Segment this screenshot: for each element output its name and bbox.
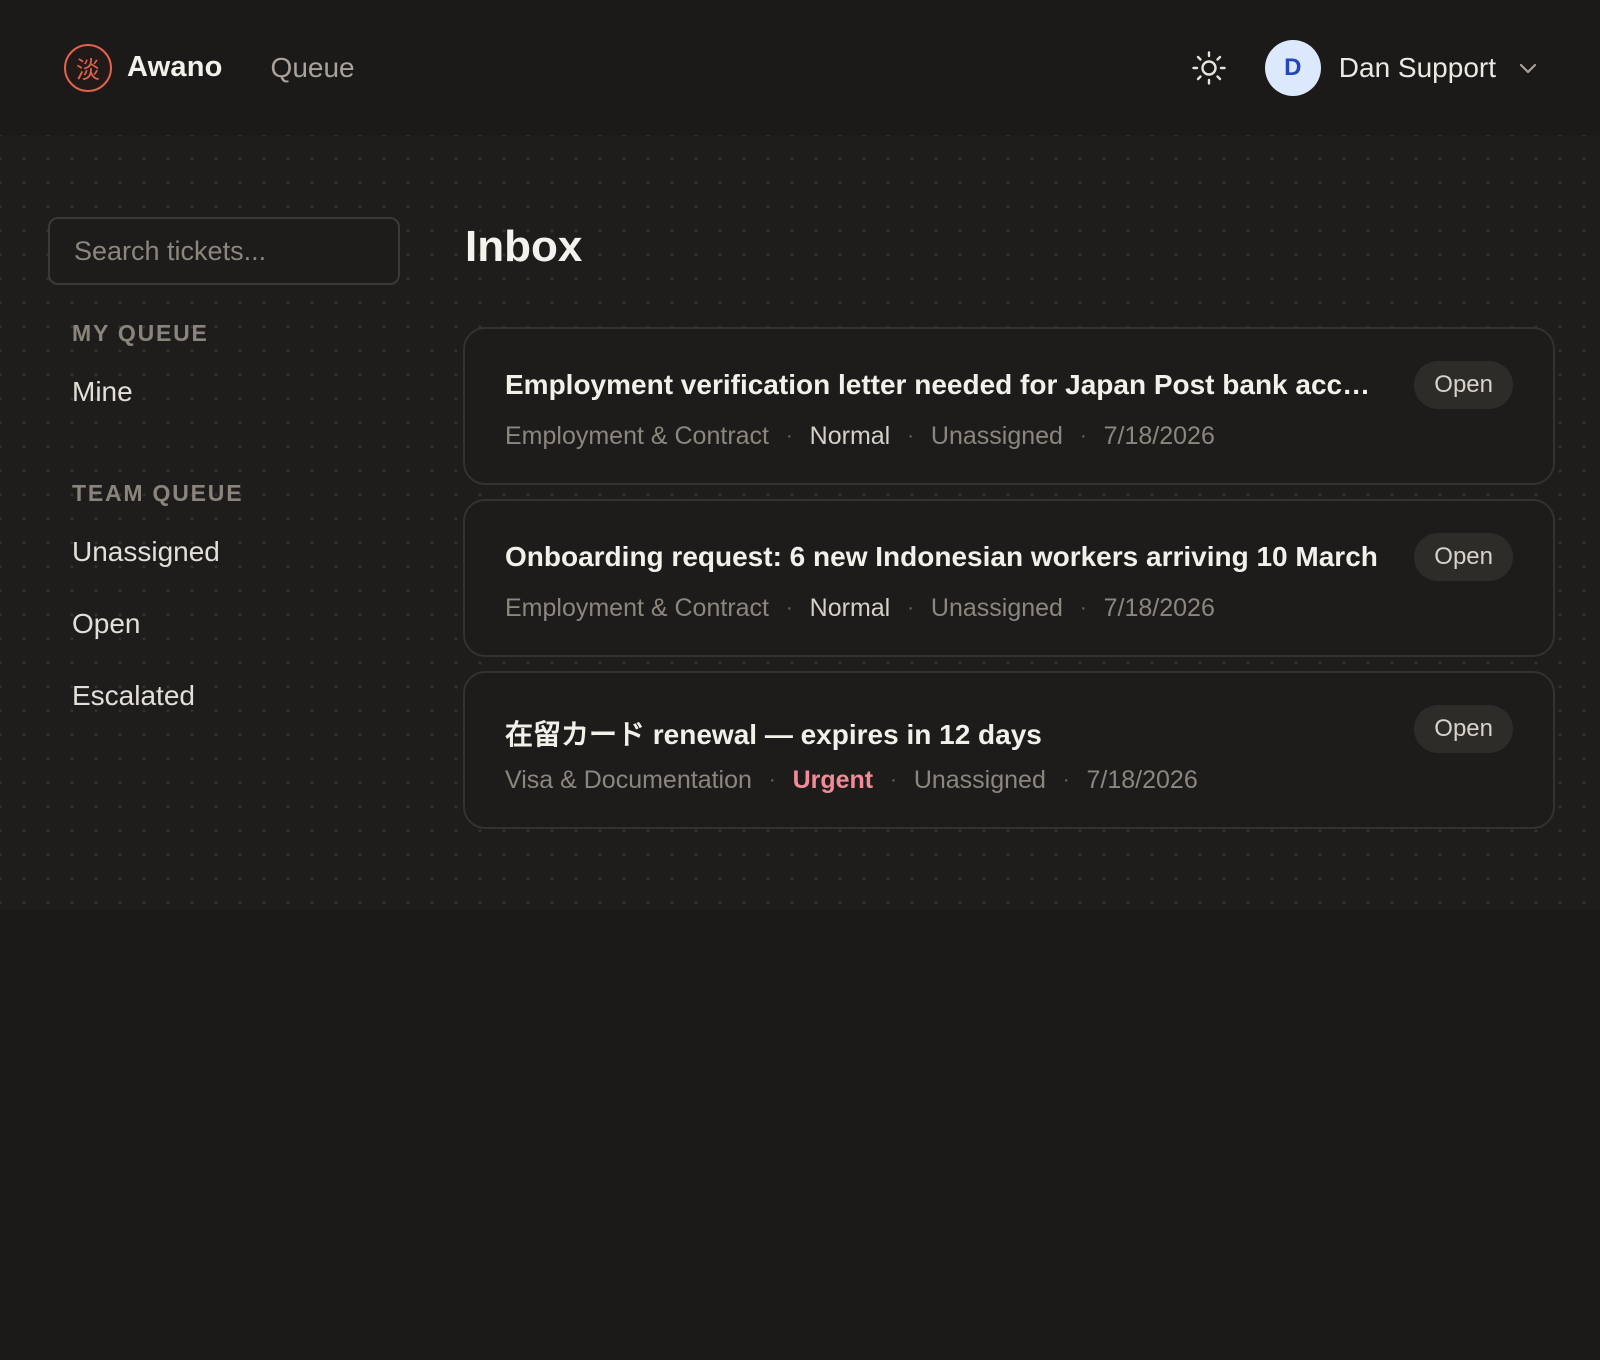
- status-badge: Open: [1414, 533, 1513, 581]
- nav-link-queue[interactable]: Queue: [271, 52, 355, 84]
- team-queue-label: TEAM QUEUE: [72, 480, 244, 506]
- ticket-title: 在留カード renewal — expires in 12 days: [505, 719, 1042, 750]
- brand[interactable]: 淡 Awano Queue: [64, 43, 355, 92]
- ticket-priority: Normal: [809, 422, 891, 450]
- meta-separator: ·: [890, 769, 897, 791]
- meta-separator: ·: [768, 769, 776, 791]
- ticket-date: 7/18/2026: [1103, 594, 1215, 622]
- ticket-priority: Normal: [809, 594, 891, 622]
- sun-icon[interactable]: [1191, 50, 1227, 86]
- ticket-category: Visa & Documentation: [505, 766, 752, 794]
- brand-name: Awano: [127, 51, 223, 83]
- ticket-assignee: Unassigned: [930, 422, 1063, 450]
- ticket-card[interactable]: 在留カード renewal — expires in 12 days Open …: [463, 671, 1555, 829]
- meta-separator: ·: [907, 597, 914, 619]
- ticket-meta: Employment & Contract · Normal · Unassig…: [505, 594, 1215, 623]
- status-badge: Open: [1414, 361, 1513, 409]
- ticket-card[interactable]: Employment verification letter needed fo…: [463, 327, 1555, 485]
- ticket-card[interactable]: Onboarding request: 6 new Indonesian wor…: [463, 499, 1555, 657]
- user-menu[interactable]: D Dan Support: [1264, 39, 1540, 96]
- ticket-title: Employment verification letter needed fo…: [505, 369, 1385, 400]
- meta-separator: ·: [1079, 597, 1087, 619]
- ticket-priority: Urgent: [792, 766, 874, 794]
- ticket-meta: Employment & Contract · Normal · Unassig…: [505, 422, 1215, 451]
- meta-separator: ·: [907, 425, 914, 447]
- content-area: MY QUEUE Mine TEAM QUEUE Unassigned Open…: [0, 135, 1600, 910]
- ticket-assignee: Unassigned: [930, 594, 1063, 622]
- chevron-down-icon: [1516, 56, 1540, 80]
- app-page: 淡 Awano Queue D Dan Support Search ticke…: [0, 0, 1600, 1360]
- user-name: Dan Support: [1338, 51, 1496, 83]
- status-badge: Open: [1414, 705, 1513, 753]
- ticket-date: 7/18/2026: [1103, 422, 1215, 450]
- meta-separator: ·: [786, 597, 793, 619]
- ticket-date: 7/18/2026: [1086, 766, 1198, 794]
- sidebar-item-open[interactable]: Open: [72, 608, 141, 640]
- ticket-meta: Visa & Documentation · Urgent · Unassign…: [505, 766, 1198, 795]
- header-actions: D Dan Support: [1191, 39, 1540, 96]
- logo-icon: 淡: [64, 43, 112, 92]
- my-queue-label: MY QUEUE: [72, 320, 209, 346]
- sidebar-item-escalated[interactable]: Escalated: [72, 680, 195, 712]
- ticket-category: Employment & Contract: [505, 422, 769, 450]
- meta-separator: ·: [1079, 425, 1087, 447]
- meta-separator: ·: [1062, 769, 1070, 791]
- sidebar-item-unassigned[interactable]: Unassigned: [72, 536, 220, 568]
- meta-separator: ·: [786, 425, 793, 447]
- page-title: Inbox: [465, 222, 583, 271]
- top-header: 淡 Awano Queue D Dan Support: [0, 0, 1600, 135]
- ticket-title: Onboarding request: 6 new Indonesian wor…: [505, 541, 1378, 572]
- avatar: D: [1264, 39, 1321, 96]
- ticket-category: Employment & Contract: [505, 594, 769, 622]
- sidebar-item-mine[interactable]: Mine: [72, 376, 133, 408]
- ticket-assignee: Unassigned: [913, 766, 1046, 794]
- search-input[interactable]: [48, 217, 400, 285]
